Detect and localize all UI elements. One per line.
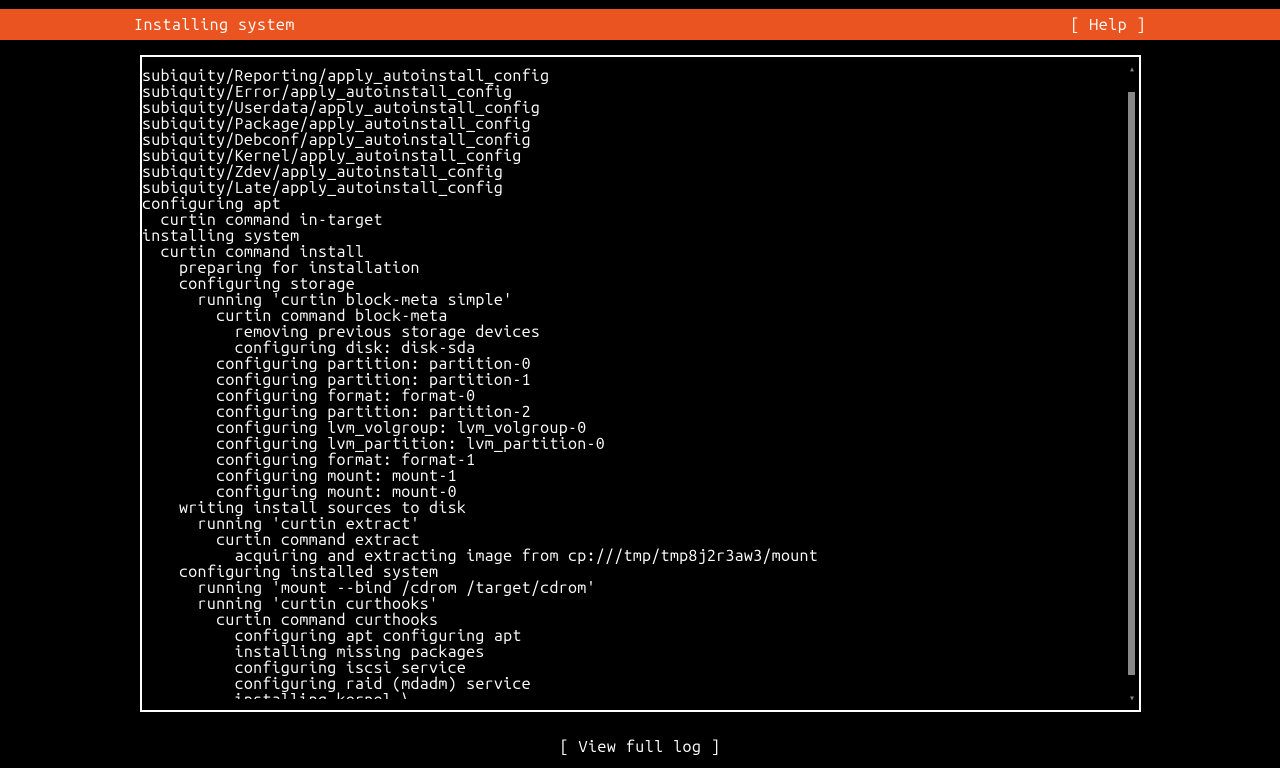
log-line: preparing for installation [142, 260, 1126, 276]
log-line: subiquity/Debconf/apply_autoinstall_conf… [142, 132, 1126, 148]
log-line: running 'mount --bind /cdrom /target/cdr… [142, 580, 1126, 596]
log-line: configuring partition: partition-0 [142, 356, 1126, 372]
log-line: configuring lvm_partition: lvm_partition… [142, 436, 1126, 452]
log-line: configuring format: format-1 [142, 452, 1126, 468]
log-line: curtin command extract [142, 532, 1126, 548]
log-line: configuring disk: disk-sda [142, 340, 1126, 356]
log-line: configuring iscsi service [142, 660, 1126, 676]
log-line: running 'curtin extract' [142, 516, 1126, 532]
scroll-thumb[interactable] [1128, 92, 1135, 675]
log-line: subiquity/Package/apply_autoinstall_conf… [142, 116, 1126, 132]
log-line: configuring apt [142, 196, 1126, 212]
log-line: configuring raid (mdadm) service [142, 676, 1126, 692]
scroll-down-icon[interactable]: ▾ [1126, 693, 1138, 703]
view-full-log-button[interactable]: [ View full log ] [0, 738, 1280, 756]
log-line: writing install sources to disk [142, 500, 1126, 516]
log-line: running 'curtin block-meta simple' [142, 292, 1126, 308]
log-line: curtin command install [142, 244, 1126, 260]
log-line: configuring partition: partition-1 [142, 372, 1126, 388]
log-line: running 'curtin curthooks' [142, 596, 1126, 612]
log-line: subiquity/Reporting/apply_autoinstall_co… [142, 68, 1126, 84]
log-line: subiquity/Kernel/apply_autoinstall_confi… [142, 148, 1126, 164]
log-line: configuring apt configuring apt [142, 628, 1126, 644]
log-scrollbar[interactable]: ▴ ▾ [1126, 68, 1138, 699]
install-log[interactable]: subiquity/Reporting/apply_autoinstall_co… [142, 68, 1126, 699]
log-line: installing missing packages [142, 644, 1126, 660]
scroll-up-icon[interactable]: ▴ [1126, 64, 1138, 74]
help-button[interactable]: [ Help ] [1070, 16, 1146, 34]
log-line: subiquity/Zdev/apply_autoinstall_config [142, 164, 1126, 180]
log-line: configuring partition: partition-2 [142, 404, 1126, 420]
log-line: curtin command in-target [142, 212, 1126, 228]
header-bar: Installing system [ Help ] [0, 9, 1280, 40]
header-title: Installing system [134, 16, 295, 34]
log-line: installing system [142, 228, 1126, 244]
log-frame: subiquity/Reporting/apply_autoinstall_co… [140, 55, 1141, 712]
log-line: configuring mount: mount-1 [142, 468, 1126, 484]
log-line: configuring installed system [142, 564, 1126, 580]
log-line: curtin command block-meta [142, 308, 1126, 324]
log-line: subiquity/Userdata/apply_autoinstall_con… [142, 100, 1126, 116]
log-line: acquiring and extracting image from cp:/… [142, 548, 1126, 564]
log-line: configuring storage [142, 276, 1126, 292]
log-line: curtin command curthooks [142, 612, 1126, 628]
log-line: configuring format: format-0 [142, 388, 1126, 404]
log-line: subiquity/Error/apply_autoinstall_config [142, 84, 1126, 100]
log-line: removing previous storage devices [142, 324, 1126, 340]
log-line: installing kernel \ [142, 692, 1126, 699]
log-line: configuring lvm_volgroup: lvm_volgroup-0 [142, 420, 1126, 436]
log-line: subiquity/Late/apply_autoinstall_config [142, 180, 1126, 196]
log-line: configuring mount: mount-0 [142, 484, 1126, 500]
